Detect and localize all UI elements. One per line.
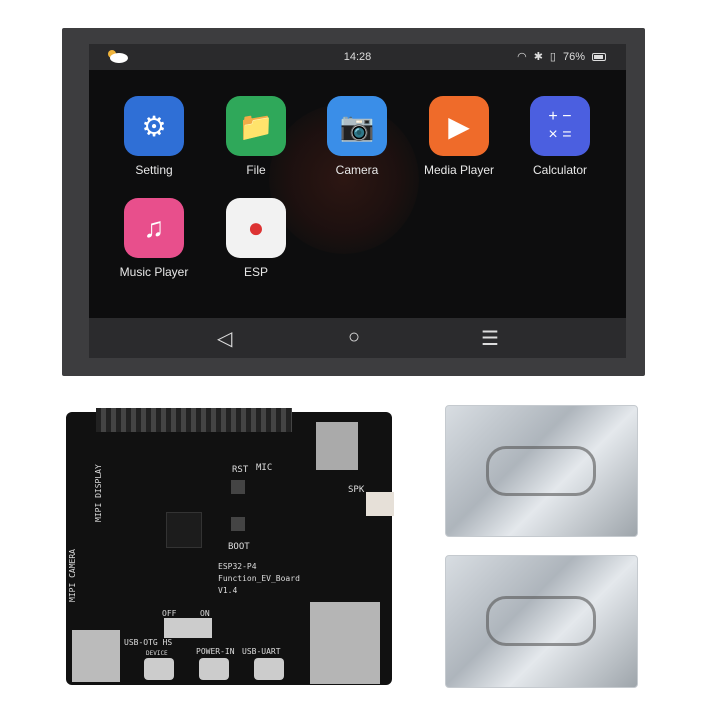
battery-percent: 76% [562, 50, 585, 63]
usb-uart-label: USB-UART [242, 647, 281, 656]
music-note-icon: ♫ [124, 198, 184, 258]
wifi-icon: ◠ [517, 51, 527, 63]
app-label: ESP [243, 265, 268, 279]
pin-header [96, 408, 292, 432]
usb-c-power-port [199, 658, 229, 680]
app-media-player[interactable]: ▶ Media Player [414, 96, 504, 177]
reset-button[interactable] [231, 480, 245, 494]
app-label: Calculator [532, 163, 588, 177]
power-switch[interactable] [164, 618, 212, 638]
ethernet-port [310, 602, 380, 684]
esp-logo-icon: ● [226, 198, 286, 258]
rst-label: RST [232, 465, 249, 475]
play-icon: ▶ [429, 96, 489, 156]
bluetooth-icon: ✱ [533, 51, 543, 63]
app-camera[interactable]: 📷 Camera [312, 96, 402, 177]
boot-button[interactable] [231, 517, 245, 531]
device-label: DEVICE [146, 650, 168, 657]
gear-icon: ⚙ [124, 96, 184, 156]
mipi-display-label: MIPI DISPLAY [94, 464, 103, 522]
back-icon[interactable]: ◁ [217, 326, 232, 351]
app-setting[interactable]: ⚙ Setting [109, 96, 199, 177]
mipi-camera-label: MIPI CAMERA [68, 549, 77, 602]
on-label: ON [200, 609, 210, 618]
board-version: V1.4 [218, 586, 238, 595]
battery-icon [592, 52, 606, 61]
board-subtitle: Function_EV_Board [218, 574, 300, 583]
dev-board: RST MIC BOOT SPK ESP32-P4 Function_EV_Bo… [66, 408, 394, 685]
usb-icon: ▯ [549, 51, 556, 63]
camera-icon: 📷 [327, 96, 387, 156]
power-in-label: POWER-IN [196, 647, 235, 656]
calculator-icon: + − × = [530, 96, 590, 156]
app-label: Setting [135, 163, 173, 177]
nav-bar: ◁ ○ ☰ [89, 318, 626, 358]
app-music-player[interactable]: ♫ Music Player [109, 198, 199, 279]
usb-a-port [72, 630, 120, 682]
app-label: Media Player [423, 163, 495, 177]
speaker-connector [366, 492, 394, 516]
board-name: ESP32-P4 [218, 562, 257, 571]
app-file[interactable]: 📁 File [211, 96, 301, 177]
usb-c-device-port [144, 658, 174, 680]
spk-label: SPK [348, 485, 365, 495]
chip [166, 512, 202, 548]
status-bar: 14:28 ◠ ✱ ▯ 76% [89, 44, 626, 70]
off-label: OFF [162, 609, 177, 618]
menu-icon[interactable]: ☰ [481, 326, 499, 351]
boot-label: BOOT [228, 542, 250, 552]
app-label: File [246, 163, 266, 177]
home-icon[interactable]: ○ [348, 326, 360, 349]
folder-icon: 📁 [226, 96, 286, 156]
usb-otg-label: USB-OTG HS [124, 638, 173, 647]
display-screen: 14:28 ◠ ✱ ▯ 76% ⚙ Setting 📁 File 📷 Camera ▶… [89, 44, 626, 358]
app-label: Music Player [119, 265, 189, 279]
cable-bag-1 [445, 405, 638, 537]
mic-label: MIC [256, 463, 273, 473]
usb-c-uart-port [254, 658, 284, 680]
cable-bag-2 [445, 555, 638, 688]
app-esp[interactable]: ● ESP [211, 198, 301, 279]
app-calculator[interactable]: + − × = Calculator [515, 96, 605, 177]
wifi-module [316, 422, 358, 470]
app-label: Camera [335, 163, 379, 177]
